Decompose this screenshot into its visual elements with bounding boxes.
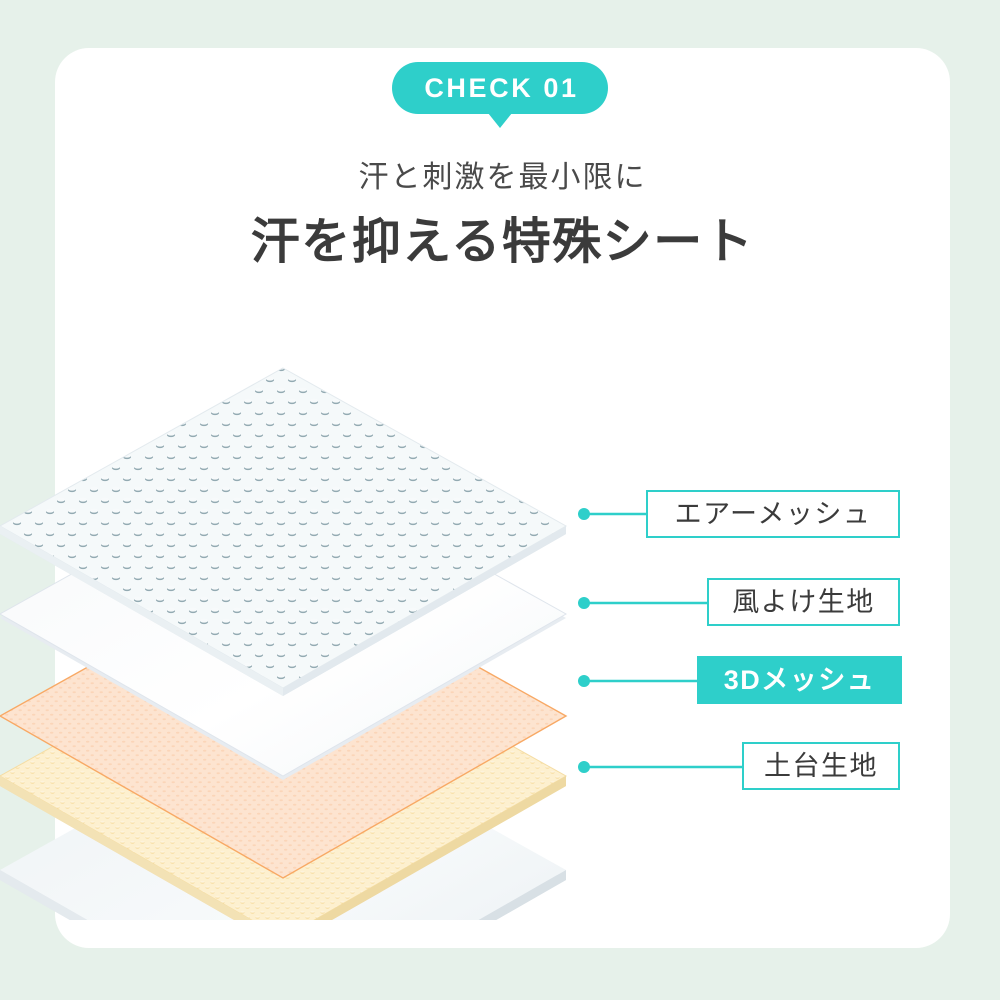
check-badge-label: CHECK 01: [424, 72, 579, 103]
infographic-stage: CHECK 01 汗と刺激を最小限に 汗を抑える特殊シート エアーメッシュ 風よ…: [0, 0, 1000, 1000]
callout-air-mesh-label: エアーメッシュ: [674, 498, 872, 529]
subtitle: 汗と刺激を最小限に: [358, 161, 647, 194]
callout-wind-block[interactable]: 風よけ生地: [707, 578, 900, 626]
callout-air-mesh[interactable]: エアーメッシュ: [646, 490, 900, 538]
exploded-layer-diagram: [0, 330, 620, 920]
callout-3d-mesh[interactable]: 3Dメッシュ: [697, 656, 902, 704]
callout-wind-block-label: 風よけ生地: [732, 586, 875, 617]
callout-3d-mesh-label: 3Dメッシュ: [723, 664, 876, 695]
callout-base-fabric[interactable]: 土台生地: [742, 742, 900, 790]
page-title: 汗を抑える特殊シート: [250, 215, 755, 269]
check-badge[interactable]: CHECK 01: [392, 62, 608, 114]
callout-base-fabric-label: 土台生地: [764, 750, 878, 781]
